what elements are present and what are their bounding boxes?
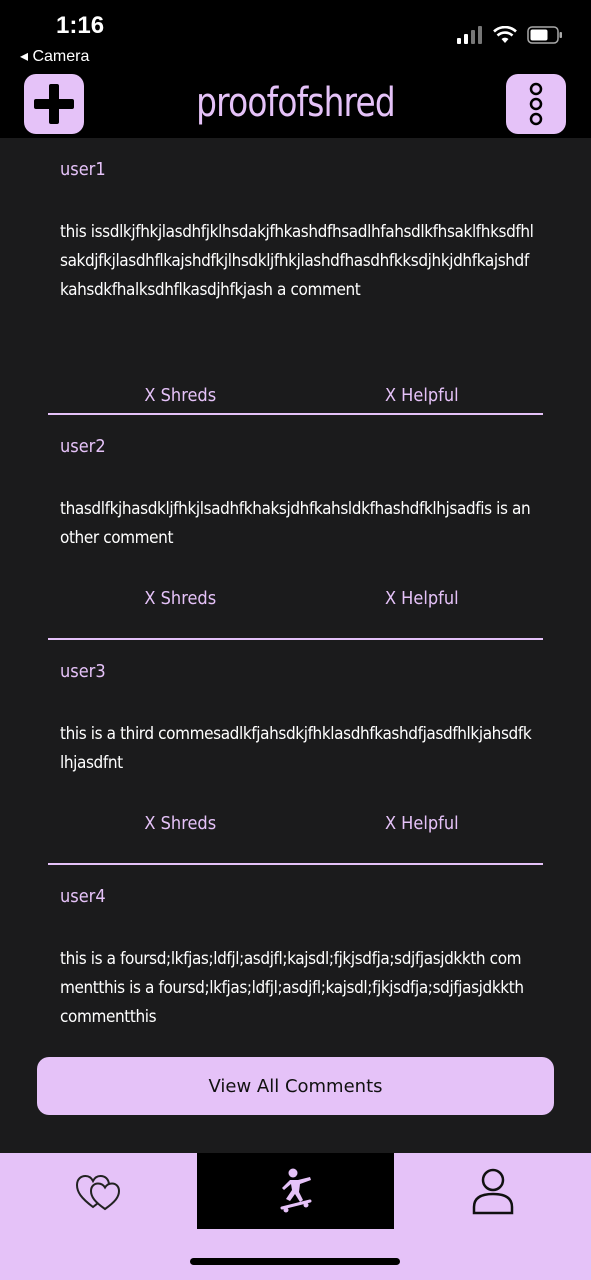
shreds-button[interactable]: X Shreds bbox=[104, 811, 256, 837]
comment-text: this is a third commesadlkfjahsdkjfhklas… bbox=[60, 724, 532, 773]
vertical-dots-icon bbox=[529, 82, 543, 126]
tab-shred[interactable] bbox=[197, 1153, 394, 1229]
tab-favorites[interactable] bbox=[0, 1153, 197, 1229]
comment-username[interactable]: user2 bbox=[60, 415, 543, 459]
app-header: proofofshred bbox=[0, 70, 591, 138]
comments-feed[interactable]: user1 this issdlkjfhkjlasdhfjklhsdakjfhk… bbox=[0, 138, 591, 1153]
view-all-comments-button[interactable]: View All Comments bbox=[37, 1057, 554, 1115]
comment-actions: X Shreds X Helpful bbox=[60, 383, 543, 417]
back-to-camera-link[interactable]: ◂ Camera bbox=[20, 46, 89, 66]
hearts-icon bbox=[75, 1174, 120, 1211]
comment-text: this issdlkjfhkjlasdhfjklhsdakjfhkashdfh… bbox=[60, 222, 534, 300]
comment-username[interactable]: user4 bbox=[60, 865, 543, 909]
comment-card: user4 this is a foursd;lkfjas;ldfjl;asdj… bbox=[48, 865, 543, 1032]
user-icon bbox=[472, 1168, 513, 1215]
signal-icon bbox=[457, 26, 482, 44]
status-bar: 1:16 ◂ Camera bbox=[0, 0, 591, 70]
status-time: 1:16 bbox=[56, 12, 105, 39]
helpful-button[interactable]: X Helpful bbox=[345, 811, 499, 837]
comment-card: user2 thasdlfkjhasdkljfhkjlsadhfkhaksjdh… bbox=[48, 415, 543, 640]
status-icons bbox=[457, 26, 563, 44]
shreds-button[interactable]: X Shreds bbox=[104, 586, 256, 612]
comment-actions: X Shreds X Helpful bbox=[60, 811, 543, 845]
skateboarder-icon bbox=[280, 1168, 311, 1213]
comment-text: thasdlfkjhasdkljfhkjlsadhfkhaksjdhfkahsl… bbox=[60, 499, 531, 548]
battery-icon bbox=[527, 26, 562, 44]
menu-button[interactable] bbox=[506, 74, 566, 134]
app-title: proofofshred bbox=[196, 80, 396, 126]
comment-text: this is a foursd;lkfjas;ldfjl;asdjfl;kaj… bbox=[60, 949, 524, 1027]
helpful-button[interactable]: X Helpful bbox=[345, 383, 499, 409]
shreds-button[interactable]: X Shreds bbox=[104, 383, 256, 409]
wifi-icon bbox=[493, 26, 517, 43]
comment-card: user3 this is a third commesadlkfjahsdkj… bbox=[48, 640, 543, 865]
comment-card: user1 this issdlkjfhkjlasdhfjklhsdakjfhk… bbox=[48, 138, 543, 415]
comment-actions: X Shreds X Helpful bbox=[60, 586, 543, 620]
comment-username[interactable]: user1 bbox=[60, 138, 543, 182]
tab-profile[interactable] bbox=[394, 1153, 591, 1229]
home-indicator bbox=[190, 1258, 400, 1265]
helpful-button[interactable]: X Helpful bbox=[345, 586, 499, 612]
comment-username[interactable]: user3 bbox=[60, 640, 543, 684]
